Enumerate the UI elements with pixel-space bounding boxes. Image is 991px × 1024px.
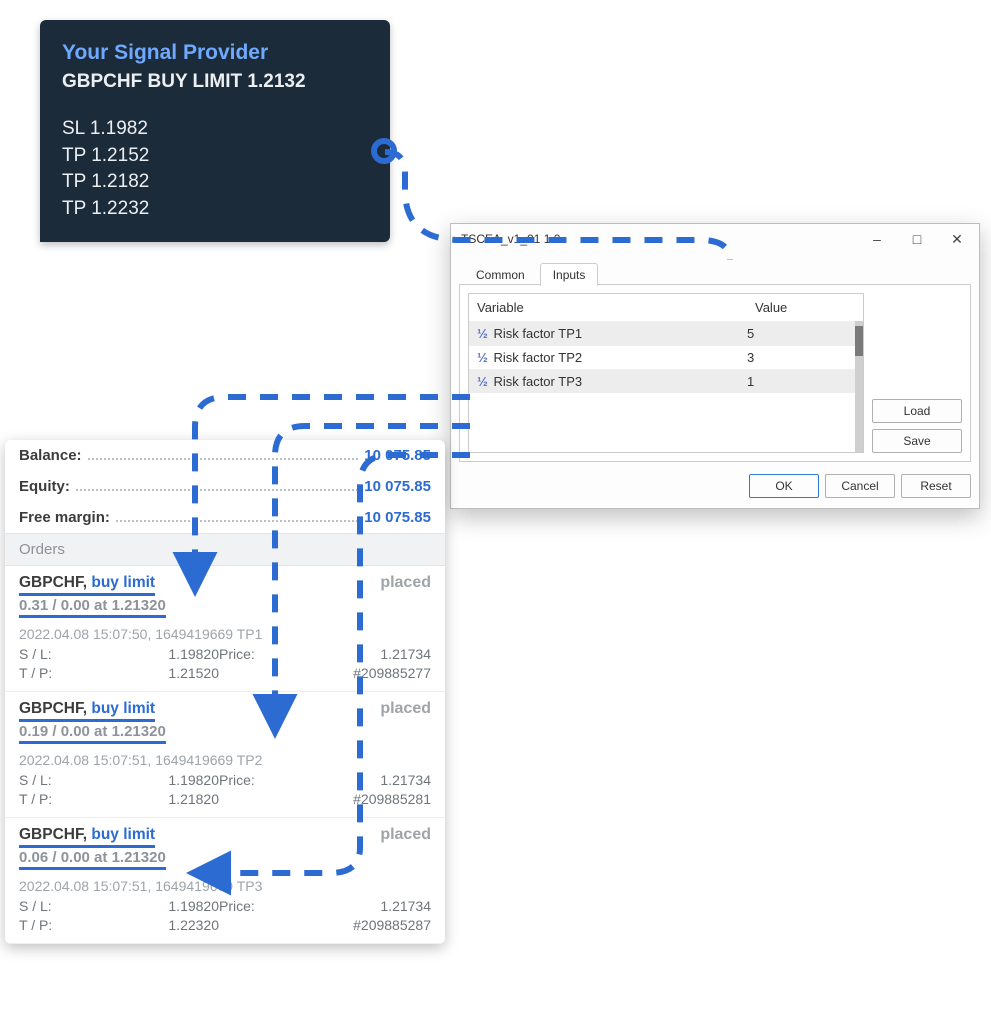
variable-value[interactable]: 3 (747, 350, 847, 365)
tab-common[interactable]: Common (463, 263, 538, 286)
order-lots-price: 0.06 / 0.00 at 1.21320 (19, 849, 166, 870)
order-meta: 2022.04.08 15:07:51, 1649419669 TP2 (19, 744, 431, 768)
signal-tp1-line: TP 1.2152 (62, 143, 368, 170)
order-id: #209885277 (289, 665, 431, 681)
signal-headline: GBPCHF BUY LIMIT 1.2132 (62, 69, 368, 96)
fraction-icon: ½ (477, 326, 490, 341)
maximize-icon[interactable]: □ (897, 225, 937, 253)
order-sl-value: 1.19820 (89, 646, 219, 662)
table-row[interactable]: ½ Risk factor TP1 5 (469, 321, 855, 345)
minimize-icon[interactable]: – (857, 225, 897, 253)
balance-label: Balance: (19, 447, 82, 464)
ea-settings-dialog: TSCEA_v1_01 1.0 – □ ✕ Common Inputs Vari… (450, 223, 980, 509)
order-sl-value: 1.19820 (89, 898, 219, 914)
column-header-value[interactable]: Value (755, 300, 855, 315)
table-row[interactable]: ½ Risk factor TP3 1 (469, 369, 855, 393)
load-button[interactable]: Load (872, 399, 962, 423)
equity-value: 10 075.85 (364, 478, 431, 495)
order-tp-value: 1.21520 (89, 665, 219, 681)
signal-sl-line: SL 1.1982 (62, 116, 368, 143)
close-icon[interactable]: ✕ (937, 225, 977, 253)
cancel-button[interactable]: Cancel (825, 474, 895, 498)
variable-name: Risk factor TP3 (493, 374, 582, 389)
order-price-value: 1.21734 (289, 898, 431, 914)
save-button[interactable]: Save (872, 429, 962, 453)
order-price-label: Price: (219, 898, 289, 914)
account-orders-panel: Balance: 10 075.85 Equity: 10 075.85 Fre… (5, 440, 445, 944)
order-item[interactable]: GBPCHF, buy limit placed 0.06 / 0.00 at … (5, 818, 445, 944)
signal-provider-name: Your Signal Provider (62, 38, 368, 67)
order-sl-label: S / L: (19, 772, 89, 788)
variables-scroll-area[interactable]: ½ Risk factor TP1 5 ½ Risk factor TP2 3 … (469, 321, 863, 452)
variable-name: Risk factor TP1 (493, 326, 582, 341)
free-margin-label: Free margin: (19, 509, 110, 526)
order-tp-value: 1.22320 (89, 917, 219, 933)
column-header-variable[interactable]: Variable (477, 300, 755, 315)
dots-filler (76, 489, 358, 491)
variable-value[interactable]: 5 (747, 326, 847, 341)
orders-section-header: Orders (5, 533, 445, 566)
signal-message-bubble: Your Signal Provider GBPCHF BUY LIMIT 1.… (40, 20, 390, 242)
table-row[interactable]: ½ Risk factor TP2 3 (469, 345, 855, 369)
order-tp-value: 1.21820 (89, 791, 219, 807)
ok-button[interactable]: OK (749, 474, 819, 498)
order-symbol: GBPCHF, (19, 826, 87, 843)
dots-filler (88, 458, 359, 460)
fraction-icon: ½ (477, 350, 490, 365)
order-tp-label: T / P: (19, 791, 89, 807)
reset-button[interactable]: Reset (901, 474, 971, 498)
order-sl-label: S / L: (19, 898, 89, 914)
order-status: placed (380, 700, 431, 718)
tab-inputs[interactable]: Inputs (540, 263, 599, 286)
variable-value[interactable]: 1 (747, 374, 847, 389)
order-price-label: Price: (219, 646, 289, 662)
order-type: buy limit (91, 574, 155, 591)
dialog-titlebar[interactable]: TSCEA_v1_01 1.0 – □ ✕ (451, 224, 979, 254)
order-sl-value: 1.19820 (89, 772, 219, 788)
inputs-tab-panel: Variable Value ½ Risk factor TP1 5 ½ Ris… (459, 284, 971, 462)
signal-tp3-line: TP 1.2232 (62, 196, 368, 223)
order-lots-price: 0.31 / 0.00 at 1.21320 (19, 597, 166, 618)
equity-label: Equity: (19, 478, 70, 495)
signal-tp2-line: TP 1.2182 (62, 169, 368, 196)
dots-filler (116, 520, 358, 522)
order-price-value: 1.21734 (289, 646, 431, 662)
free-margin-row: Free margin: 10 075.85 (5, 502, 445, 533)
order-status: placed (380, 574, 431, 592)
order-sl-label: S / L: (19, 646, 89, 662)
order-item[interactable]: GBPCHF, buy limit placed 0.19 / 0.00 at … (5, 692, 445, 818)
free-margin-value: 10 075.85 (364, 509, 431, 526)
balance-row: Balance: 10 075.85 (5, 440, 445, 471)
order-item[interactable]: GBPCHF, buy limit placed 0.31 / 0.00 at … (5, 566, 445, 692)
order-lots-price: 0.19 / 0.00 at 1.21320 (19, 723, 166, 744)
order-meta: 2022.04.08 15:07:50, 1649419669 TP1 (19, 618, 431, 642)
order-symbol: GBPCHF, (19, 574, 87, 591)
equity-row: Equity: 10 075.85 (5, 471, 445, 502)
order-status: placed (380, 826, 431, 844)
variables-table[interactable]: Variable Value ½ Risk factor TP1 5 ½ Ris… (468, 293, 864, 453)
order-price-value: 1.21734 (289, 772, 431, 788)
dialog-title: TSCEA_v1_01 1.0 (461, 232, 857, 246)
order-id: #209885287 (289, 917, 431, 933)
order-id: #209885281 (289, 791, 431, 807)
order-tp-label: T / P: (19, 665, 89, 681)
balance-value: 10 075.85 (364, 447, 431, 464)
variable-name: Risk factor TP2 (493, 350, 582, 365)
order-type: buy limit (91, 700, 155, 717)
order-symbol: GBPCHF, (19, 700, 87, 717)
order-tp-label: T / P: (19, 917, 89, 933)
order-meta: 2022.04.08 15:07:51, 1649419669 TP3 (19, 870, 431, 894)
order-type: buy limit (91, 826, 155, 843)
fraction-icon: ½ (477, 374, 490, 389)
order-price-label: Price: (219, 772, 289, 788)
